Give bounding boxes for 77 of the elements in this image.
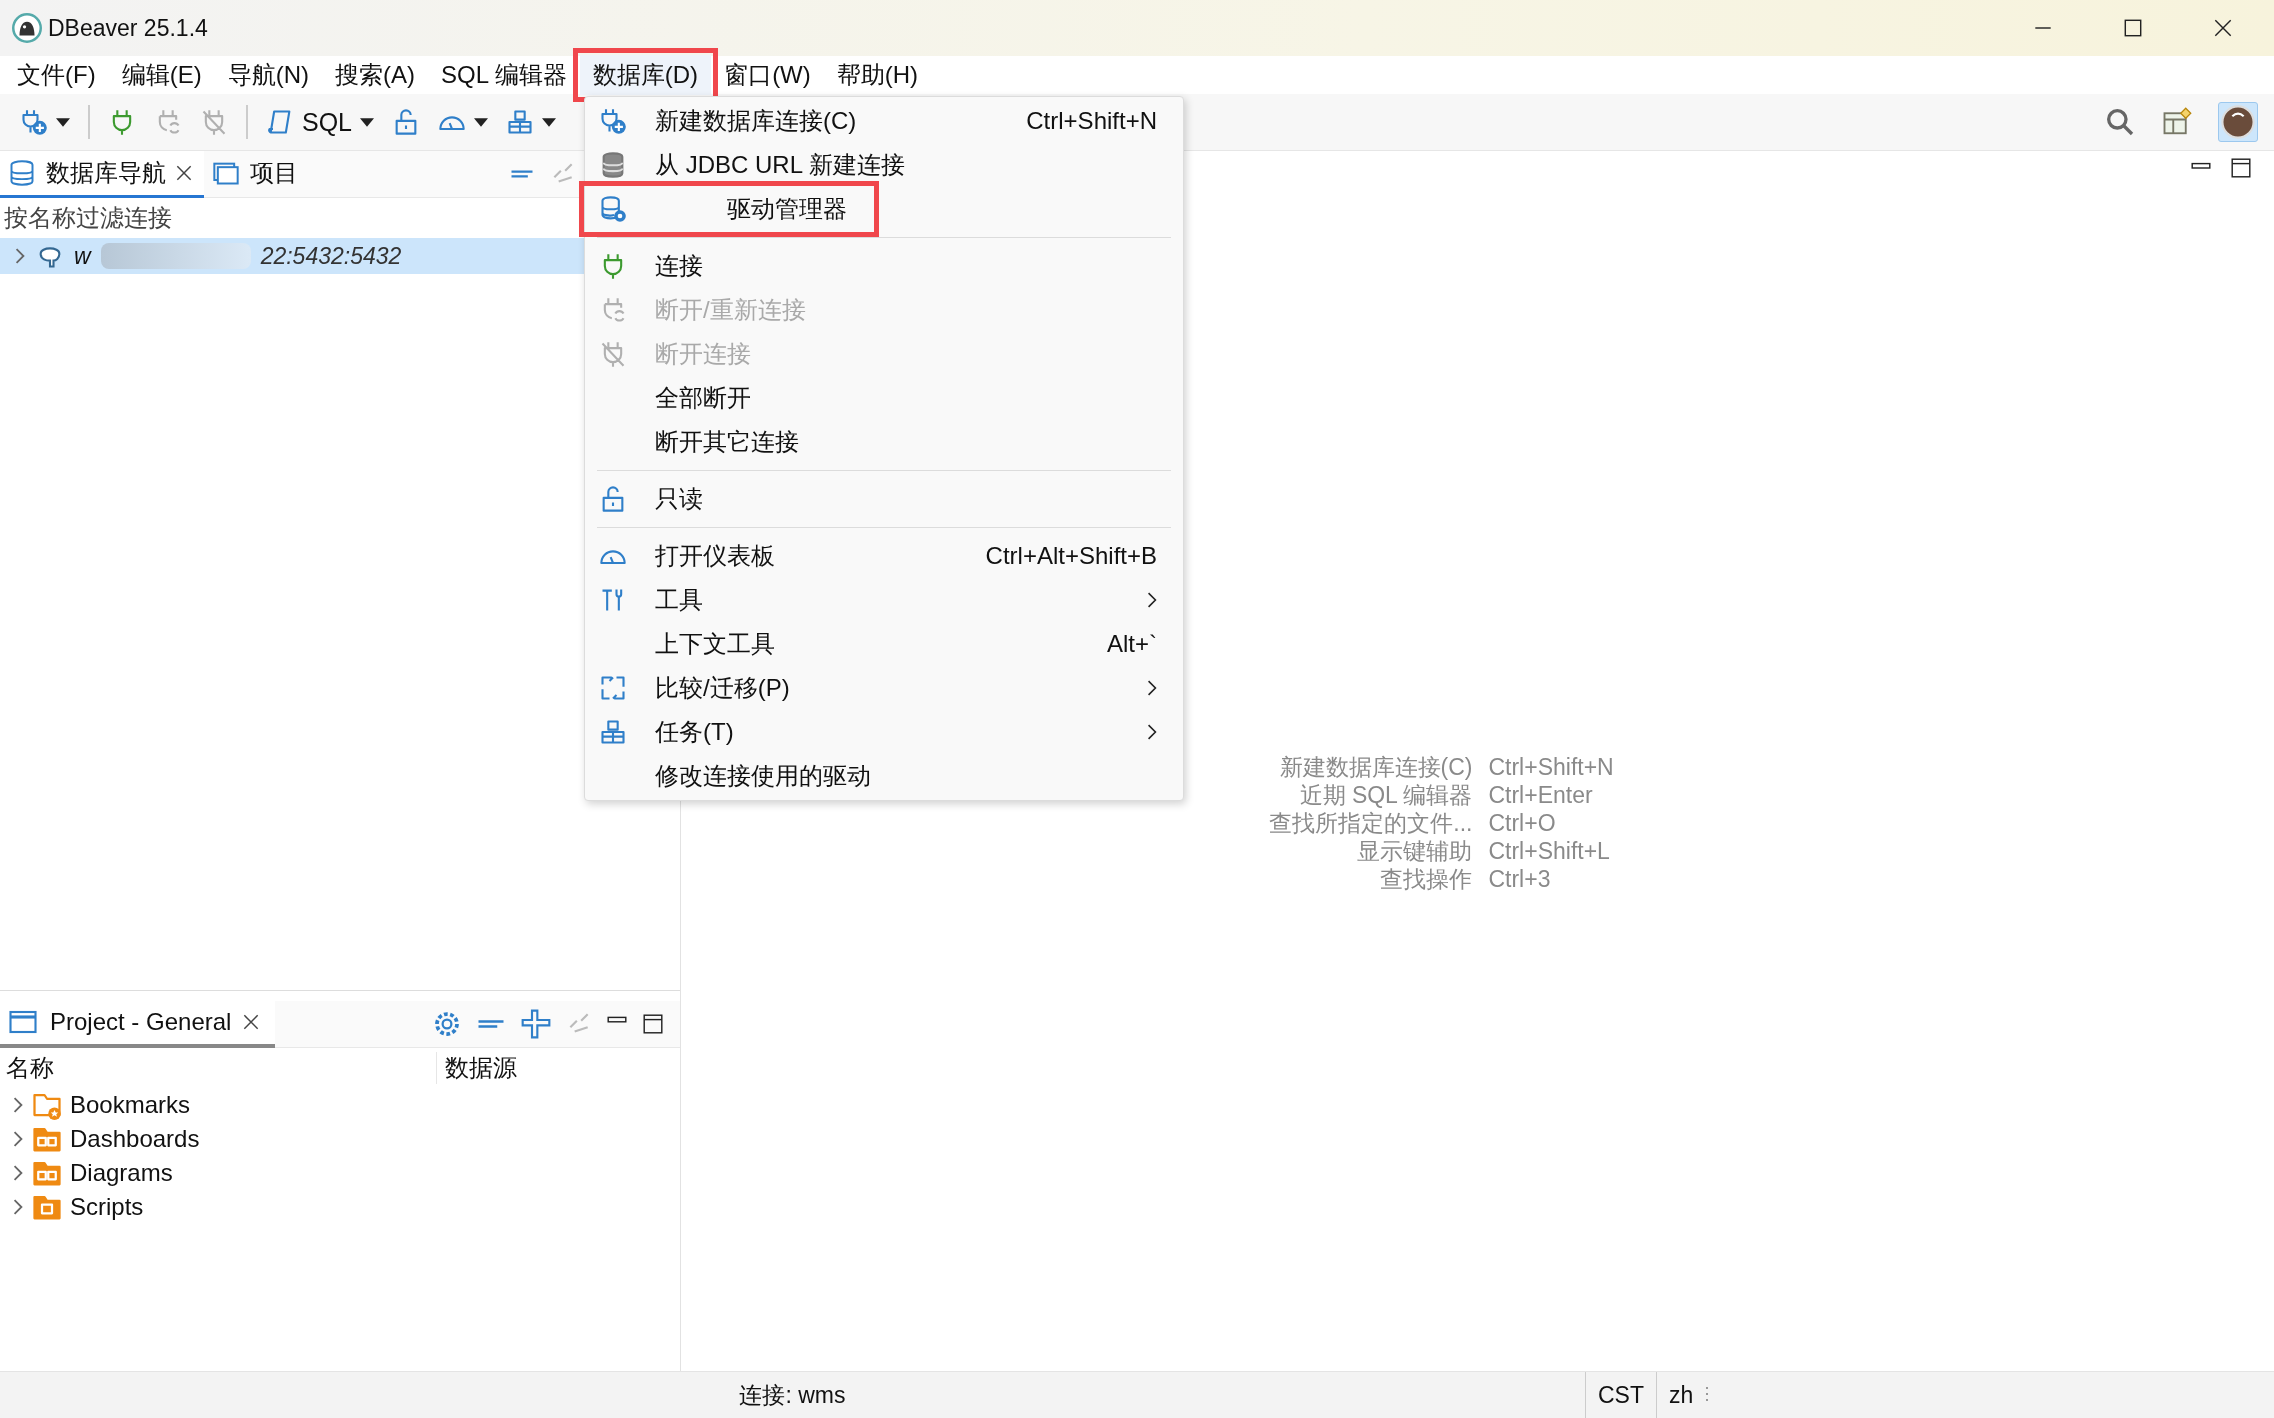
connection-name: w — [74, 242, 91, 270]
hint-shortcut: Ctrl+Enter — [1488, 781, 1594, 809]
expand-chevron-icon[interactable] — [14, 248, 26, 264]
dropdown-caret-icon[interactable] — [56, 117, 70, 127]
submenu-chevron-icon — [1147, 724, 1157, 740]
menu-item[interactable]: 工具 — [585, 578, 1183, 622]
close-icon[interactable] — [243, 1014, 260, 1030]
tab-label: 数据库导航 — [46, 157, 166, 188]
close-icon[interactable] — [176, 164, 192, 181]
dropdown-caret-icon[interactable] — [474, 117, 489, 127]
tree-item[interactable]: Dashboards — [70, 1125, 200, 1153]
menu-item[interactable]: 修改连接使用的驱动 — [585, 754, 1183, 798]
tree-item[interactable]: Scripts — [70, 1193, 144, 1221]
menu-item[interactable]: 只读 — [585, 477, 1183, 521]
submenu-chevron-icon — [1147, 592, 1157, 608]
maximize-icon[interactable] — [642, 1013, 664, 1035]
hint-shortcut: Ctrl+Shift+N — [1488, 753, 1614, 781]
menu-bar-item[interactable]: 编辑(E) — [108, 55, 215, 95]
menu-item[interactable]: 比较/迁移(P) — [585, 666, 1183, 710]
tab-label: 项目 — [250, 157, 298, 188]
hint-label: 新建数据库连接(C) — [1278, 753, 1473, 781]
menu-bar-item[interactable]: 文件(F) — [4, 55, 109, 95]
plug-crossed-icon — [200, 108, 228, 136]
database-icon — [8, 158, 36, 187]
menu-item[interactable]: 任务(T) — [585, 710, 1183, 754]
hint-label: 查找操作 — [1379, 865, 1473, 893]
column-header[interactable]: 名称 — [0, 1052, 437, 1084]
menu-bar-item[interactable]: 帮助(H) — [823, 55, 932, 95]
window-title: DBeaver 25.1.4 — [48, 14, 208, 42]
hint-shortcut: Ctrl+Shift+L — [1488, 837, 1611, 865]
menu-item[interactable]: 断开其它连接 — [585, 420, 1183, 464]
menu-item[interactable]: 打开仪表板 Ctrl+Alt+Shift+B — [585, 534, 1183, 578]
column-header[interactable]: 数据源 — [437, 1052, 517, 1084]
expand-chevron-icon[interactable] — [12, 1165, 24, 1181]
boxes-icon — [506, 108, 535, 136]
menu-item[interactable]: 从 JDBC URL 新建连接 — [585, 143, 1183, 187]
maximize-icon[interactable] — [2230, 157, 2252, 179]
hint-shortcut: Ctrl+O — [1488, 809, 1557, 837]
tab-label: Project - General — [50, 1008, 232, 1036]
maximize-icon[interactable] — [2122, 17, 2144, 39]
boxes-icon — [599, 718, 627, 746]
table-layout-icon[interactable] — [2162, 107, 2192, 137]
expand-chevron-icon[interactable] — [12, 1131, 24, 1147]
connection-address: 22:5432:5432 — [260, 242, 402, 270]
menu-item[interactable]: 上下文工具 Alt+` — [585, 622, 1183, 666]
menu-bar-item[interactable]: 导航(N) — [214, 55, 322, 95]
menu-bar-item[interactable]: SQL 编辑器 — [428, 55, 580, 95]
expand-chevron-icon[interactable] — [12, 1097, 24, 1113]
hint-shortcut: Ctrl+3 — [1488, 865, 1552, 893]
plug-plus-icon — [20, 108, 48, 136]
close-icon[interactable] — [2212, 17, 2234, 39]
menu-item[interactable]: 全部断开 — [585, 376, 1183, 420]
submenu-chevron-icon — [1147, 680, 1157, 696]
hint-label: 显示键辅助 — [1356, 837, 1473, 865]
status-timezone: CST — [1585, 1372, 1656, 1418]
search-icon[interactable] — [2104, 106, 2136, 138]
database-gear-icon — [599, 195, 627, 223]
menu-item[interactable]: 新建数据库连接(C) Ctrl+Shift+N — [585, 99, 1183, 143]
status-connection: 连接: wms — [738, 1380, 847, 1410]
settings-icon[interactable] — [432, 1009, 462, 1039]
toolbar-button[interactable]: SQL — [260, 105, 381, 139]
tree-item[interactable]: Bookmarks — [70, 1091, 191, 1119]
plug-crossed-icon — [599, 340, 627, 368]
panel-tab[interactable]: 项目 — [204, 150, 310, 198]
menu-bar-item[interactable]: 窗口(W) — [711, 55, 824, 95]
status-locale: zh — [1656, 1372, 1706, 1418]
plug-plus-icon — [599, 107, 627, 135]
dropdown-caret-icon[interactable] — [360, 117, 375, 127]
hint-label: 查找所指定的文件... — [1269, 809, 1473, 837]
expand-cross-icon[interactable] — [520, 1008, 552, 1040]
tree-item[interactable]: Diagrams — [70, 1159, 173, 1187]
dropdown-caret-icon[interactable] — [542, 117, 557, 127]
expand-chevron-icon[interactable] — [12, 1199, 24, 1215]
menu-bar-item[interactable]: 搜索(A) — [322, 55, 428, 95]
panel-tab[interactable]: 数据库导航 — [0, 150, 204, 198]
hint-label: 近期 SQL 编辑器 — [1298, 781, 1473, 809]
panel-tab[interactable]: Project - General — [0, 1000, 276, 1048]
